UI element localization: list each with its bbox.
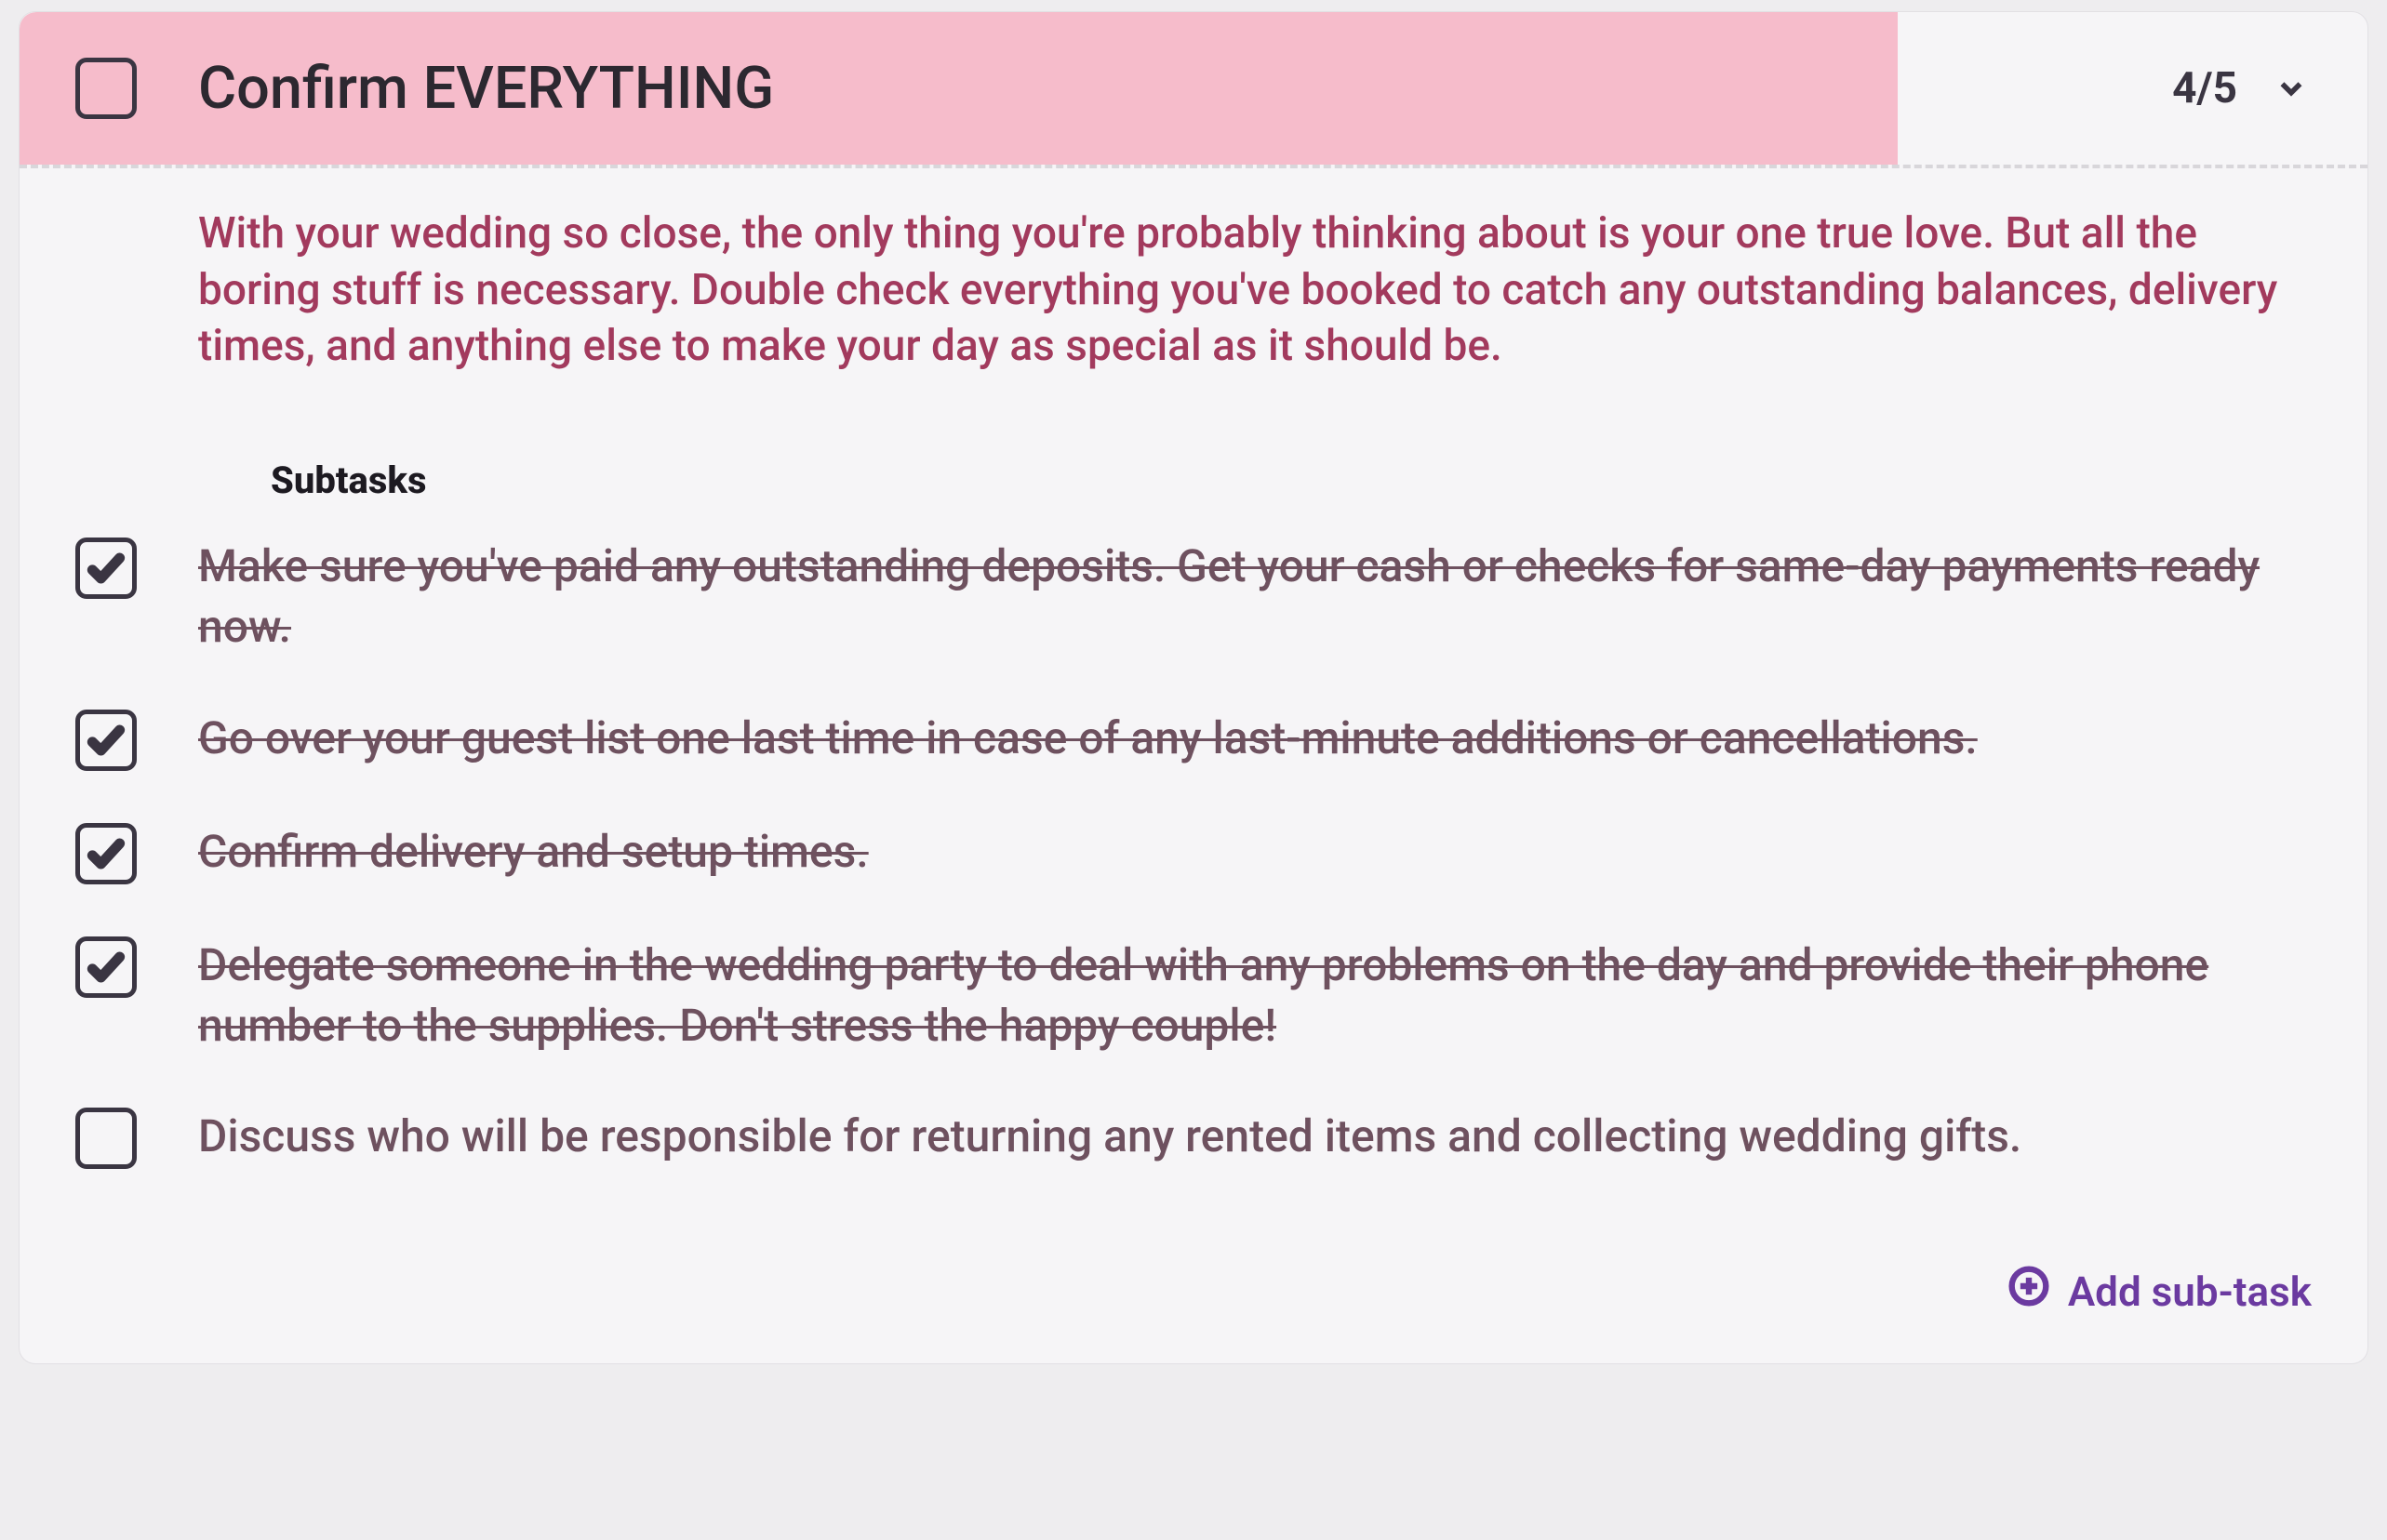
subtasks-list: Make sure you've paid any outstanding de…	[75, 536, 2312, 1169]
subtask-checkbox[interactable]	[75, 936, 137, 998]
task-body: With your wedding so close, the only thi…	[20, 168, 2367, 1238]
subtask-checkbox[interactable]	[75, 710, 137, 771]
subtask-text: Discuss who will be responsible for retu…	[198, 1106, 2021, 1166]
plus-circle-icon	[2008, 1266, 2049, 1317]
task-progress-counter: 4/5	[2172, 63, 2237, 113]
add-subtask-button[interactable]: Add sub-task	[2008, 1266, 2312, 1317]
task-title: Confirm EVERYTHING	[198, 55, 2172, 123]
chevron-down-icon[interactable]	[2271, 68, 2312, 109]
subtask-row: Go over your guest list one last time in…	[75, 708, 2312, 771]
subtask-row: Confirm delivery and setup times.	[75, 821, 2312, 884]
subtask-text: Go over your guest list one last time in…	[198, 708, 1978, 768]
subtask-text: Confirm delivery and setup times.	[198, 821, 869, 882]
subtask-row: Make sure you've paid any outstanding de…	[75, 536, 2312, 657]
subtask-text: Delegate someone in the wedding party to…	[198, 935, 2312, 1056]
subtask-checkbox[interactable]	[75, 1108, 137, 1169]
add-subtask-label: Add sub-task	[2068, 1268, 2312, 1316]
task-description: With your wedding so close, the only thi…	[198, 206, 2293, 375]
subtask-row: Discuss who will be responsible for retu…	[75, 1106, 2312, 1169]
task-card: Confirm EVERYTHING 4/5 With your wedding…	[19, 11, 2368, 1364]
task-checkbox[interactable]	[75, 58, 137, 119]
subtask-text: Make sure you've paid any outstanding de…	[198, 536, 2312, 657]
add-subtask-row: Add sub-task	[20, 1238, 2367, 1363]
task-header-content: Confirm EVERYTHING 4/5	[20, 12, 2367, 165]
task-header: Confirm EVERYTHING 4/5	[20, 12, 2367, 165]
subtask-checkbox[interactable]	[75, 823, 137, 884]
subtask-checkbox[interactable]	[75, 538, 137, 599]
subtasks-heading: Subtasks	[271, 458, 2312, 502]
subtask-row: Delegate someone in the wedding party to…	[75, 935, 2312, 1056]
